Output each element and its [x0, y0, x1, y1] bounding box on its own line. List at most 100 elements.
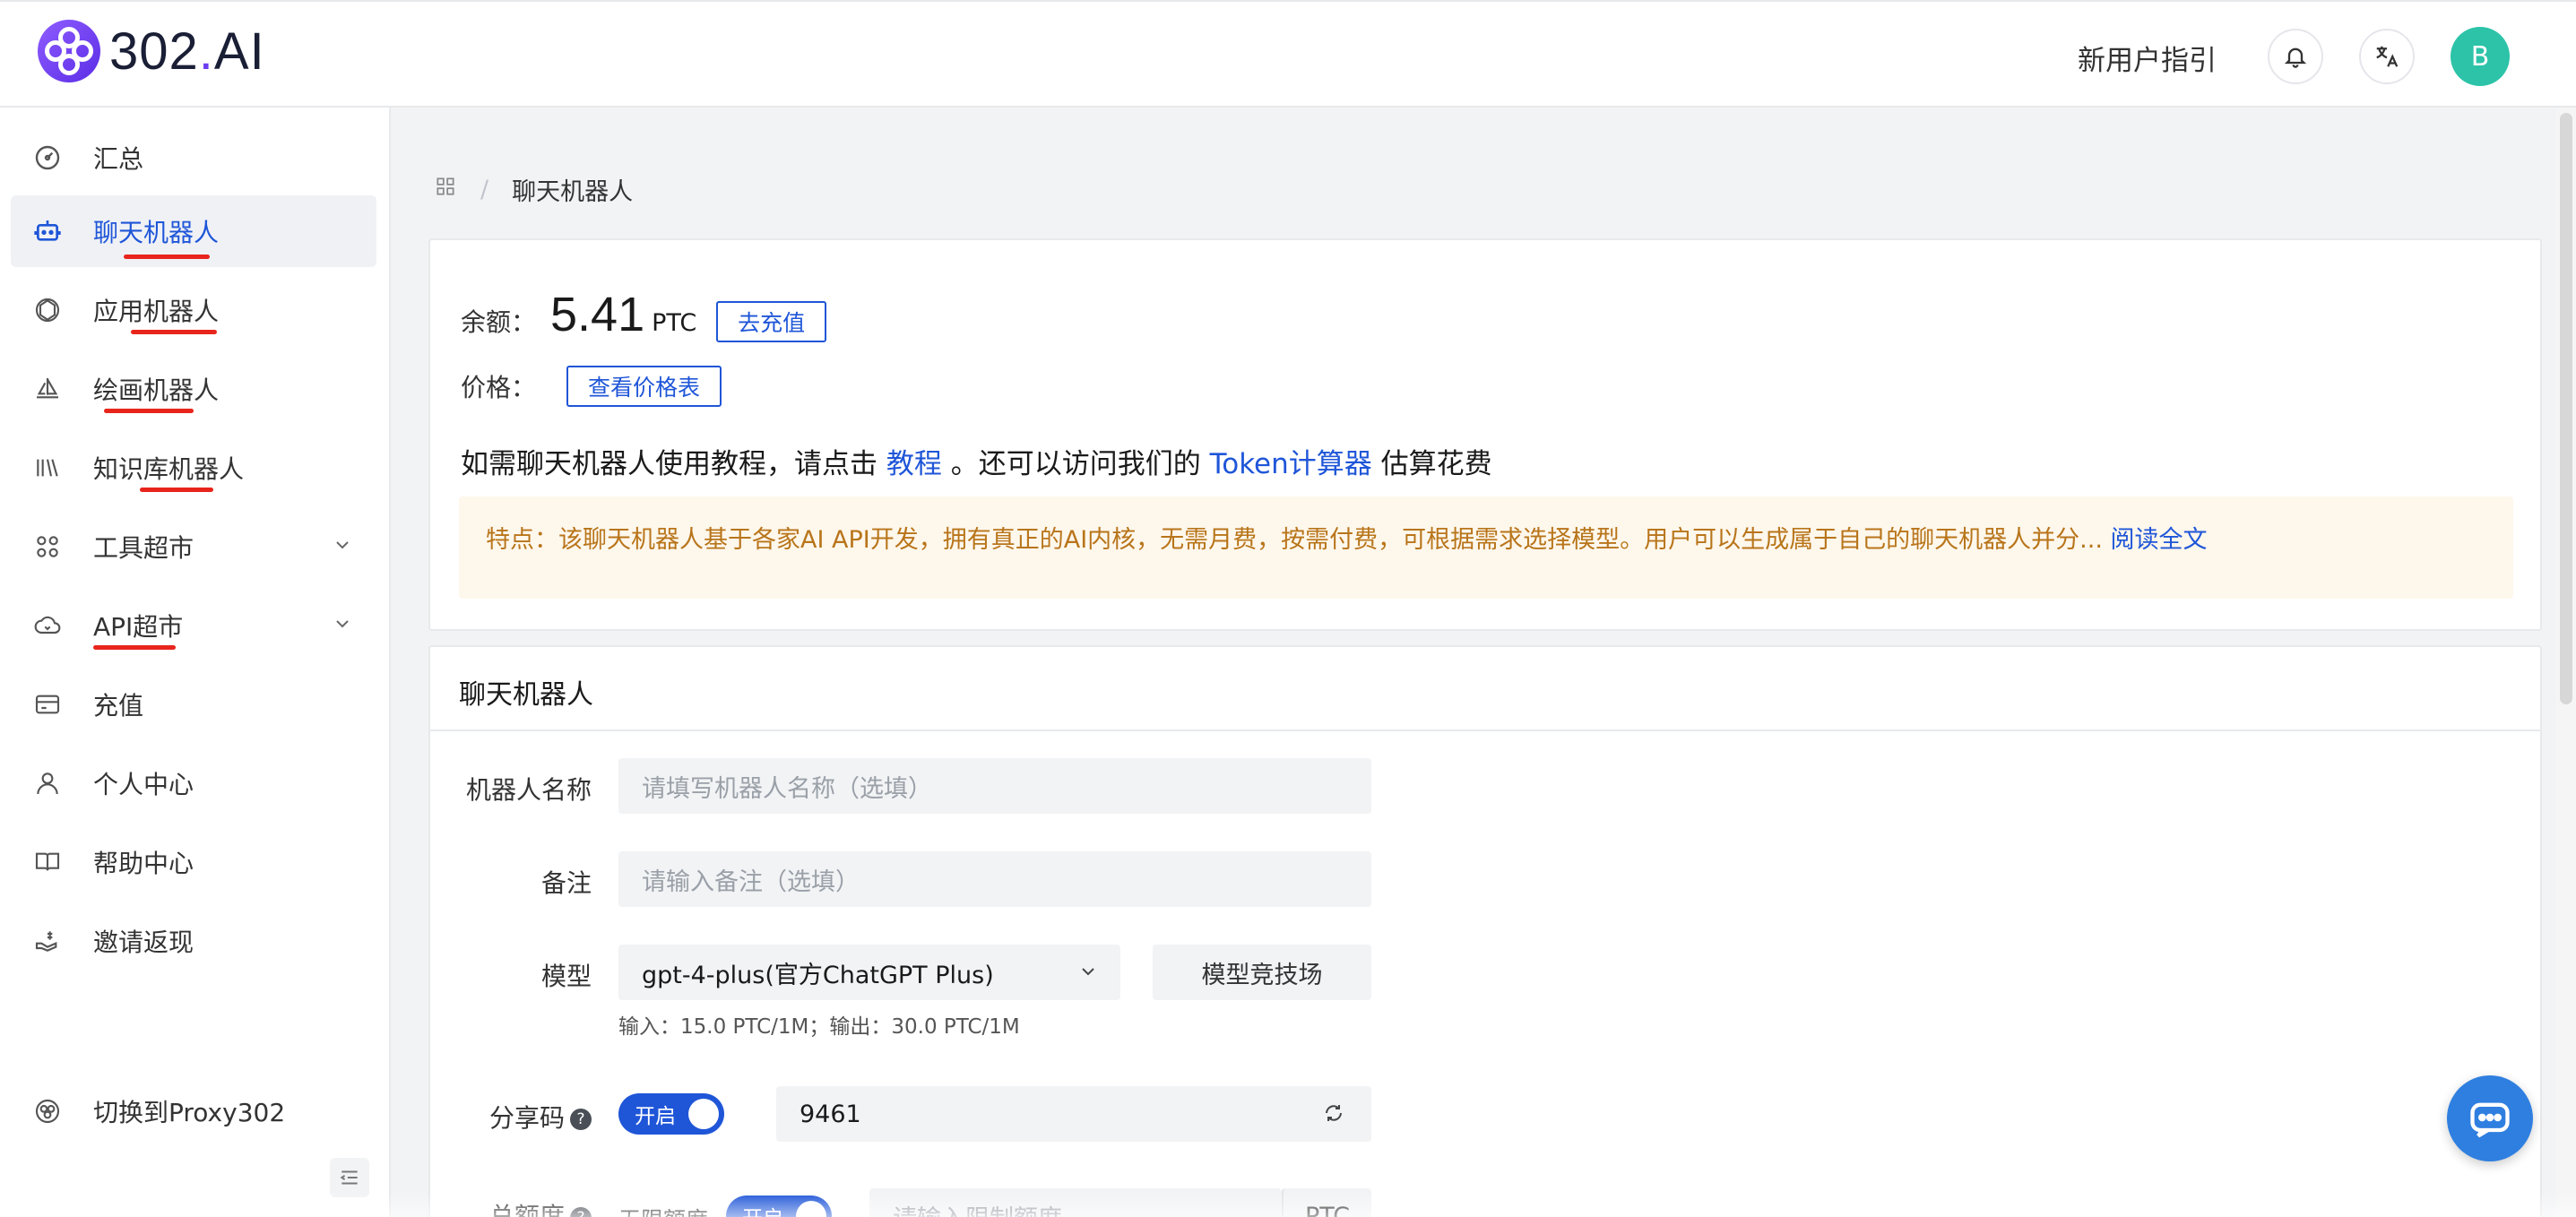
- chevron-down-icon: [1077, 961, 1099, 988]
- balance-value: 5.41: [550, 288, 645, 341]
- bell-icon: [2284, 47, 2307, 68]
- tutorial-line: 如需聊天机器人使用教程，请点击 教程 。还可以访问我们的 Token计算器 估算…: [461, 441, 1492, 481]
- scrollbar-thumb[interactable]: [2560, 113, 2572, 704]
- breadcrumb-current: 聊天机器人: [512, 178, 634, 206]
- logo-text: 302.AI: [109, 22, 265, 81]
- view-price-table-button[interactable]: 查看价格表: [566, 366, 722, 407]
- sidebar-item-knowledge-bot[interactable]: 知识库机器人: [11, 432, 376, 504]
- sidebar-item-label: 汇总: [93, 144, 144, 174]
- sidebar-item-label: 应用机器人: [93, 297, 220, 326]
- notification-button[interactable]: [2268, 29, 2323, 84]
- apps-grid-icon[interactable]: [434, 175, 457, 204]
- toggle-knob: [688, 1099, 719, 1129]
- grid-icon: [32, 531, 63, 562]
- chevron-down-icon: [332, 613, 353, 638]
- sidebar-item-help[interactable]: 帮助中心: [11, 826, 376, 898]
- red-underline-annotation: [131, 330, 217, 334]
- refresh-icon[interactable]: [1323, 1102, 1344, 1130]
- unlimited-quota-toggle[interactable]: 开启: [726, 1195, 832, 1217]
- sidebar-item-label: 绘画机器人: [93, 375, 220, 405]
- sidebar-item-label: 个人中心: [93, 770, 194, 799]
- sidebar: 汇总 聊天机器人 应用机器人 绘画机器人 知识库机器人 工具超市 API超市 充…: [0, 108, 391, 1217]
- sidebar-item-profile[interactable]: 个人中心: [11, 747, 376, 819]
- sidebar-item-label: API超市: [93, 612, 184, 642]
- translate-icon: [2376, 46, 2399, 67]
- share-code-input[interactable]: 9461: [776, 1086, 1371, 1142]
- sidebar-item-summary[interactable]: 汇总: [11, 122, 376, 194]
- sidebar-item-label: 知识库机器人: [93, 454, 245, 484]
- model-select[interactable]: gpt-4-plus(官方ChatGPT Plus): [618, 945, 1120, 1000]
- sidebar-item-label: 充值: [93, 691, 144, 721]
- quota-unit: PTC: [1282, 1188, 1371, 1217]
- support-chat-button[interactable]: [2447, 1075, 2533, 1161]
- breadcrumb-separator: /: [480, 176, 489, 203]
- feature-notice: 特点：该聊天机器人基于各家AI API开发，拥有真正的AI内核，无需月费，按需付…: [459, 496, 2513, 599]
- switch-icon: [32, 1096, 63, 1126]
- recharge-button[interactable]: 去充值: [716, 301, 827, 342]
- collapse-icon: [340, 1170, 358, 1185]
- sidebar-item-tool-market[interactable]: 工具超市: [11, 511, 376, 583]
- user-avatar[interactable]: B: [2451, 27, 2510, 86]
- sidebar-item-invite[interactable]: 邀请返现: [11, 905, 376, 977]
- user-icon: [32, 768, 63, 798]
- model-arena-button[interactable]: 模型竞技场: [1153, 945, 1371, 1000]
- sidebar-item-recharge[interactable]: 充值: [11, 669, 376, 740]
- toggle-label: 开启: [742, 1201, 783, 1217]
- share-code-value: 9461: [800, 1100, 861, 1128]
- new-user-guide-link[interactable]: 新用户指引: [2078, 38, 2217, 78]
- chevron-down-icon: [332, 534, 353, 559]
- model-price-hint: 输入：15.0 PTC/1M；输出：30.0 PTC/1M: [618, 1015, 1020, 1039]
- quota-input[interactable]: 请输入限制额度: [869, 1188, 1282, 1217]
- books-icon: [32, 453, 63, 483]
- tutorial-link[interactable]: 教程: [886, 448, 942, 480]
- chat-bot-form-card: 聊天机器人 机器人名称 请填写机器人名称（选填） 备注 请输入备注（选填） 模型…: [428, 645, 2542, 1217]
- help-icon[interactable]: ?: [570, 1109, 592, 1130]
- language-button[interactable]: [2359, 29, 2415, 84]
- help-icon[interactable]: ?: [570, 1207, 592, 1217]
- model-label: 模型: [540, 962, 592, 991]
- price-label: 价格：: [461, 373, 537, 402]
- notice-text: 特点：该聊天机器人基于各家AI API开发，拥有真正的AI内核，无需月费，按需付…: [486, 526, 2111, 554]
- model-selected-value: gpt-4-plus(官方ChatGPT Plus): [642, 961, 994, 989]
- tutorial-suffix: 估算花费: [1371, 448, 1492, 480]
- share-code-label: 分享码?: [430, 1099, 592, 1135]
- switch-proxy-label: 切换到Proxy302: [93, 1098, 286, 1127]
- book-icon: [32, 847, 63, 877]
- read-more-link[interactable]: 阅读全文: [2111, 526, 2208, 554]
- sidebar-item-api-market[interactable]: API超市: [11, 590, 376, 661]
- token-calculator-link[interactable]: Token计算器: [1210, 448, 1372, 480]
- balance-label: 余额：: [461, 307, 537, 337]
- balance-card: 余额： 5.41 PTC 去充值 价格： 查看价格表 如需聊天机器人使用教程，请…: [428, 238, 2542, 631]
- sidebar-item-app-bot[interactable]: 应用机器人: [11, 274, 376, 346]
- red-underline-annotation: [124, 255, 210, 259]
- cashback-icon: [32, 926, 63, 956]
- tutorial-middle: 。还可以访问我们的: [941, 448, 1210, 480]
- balance-row: 余额： 5.41 PTC 去充值: [461, 287, 827, 342]
- red-underline-annotation: [140, 488, 213, 492]
- price-row: 价格： 查看价格表: [461, 366, 722, 407]
- sidebar-item-label: 邀请返现: [93, 928, 194, 957]
- sidebar-item-label: 聊天机器人: [93, 218, 220, 247]
- openai-icon: [32, 295, 63, 325]
- top-header: 302.AI 新用户指引 B: [0, 0, 2576, 108]
- sidebar-item-drawing-bot[interactable]: 绘画机器人: [11, 353, 376, 425]
- chat-icon: [2470, 1102, 2510, 1138]
- collapse-sidebar-button[interactable]: [330, 1158, 369, 1197]
- dashboard-icon: [32, 142, 63, 173]
- red-underline-annotation: [93, 645, 176, 650]
- card-icon: [32, 689, 63, 720]
- switch-proxy-button[interactable]: 切换到Proxy302: [11, 1075, 376, 1147]
- share-code-toggle[interactable]: 开启: [618, 1093, 724, 1135]
- balance-unit: PTC: [652, 309, 697, 337]
- bot-name-input[interactable]: 请填写机器人名称（选填）: [618, 758, 1371, 814]
- robot-icon: [32, 216, 63, 246]
- divider: [430, 729, 2540, 731]
- toggle-label: 开启: [635, 1105, 676, 1128]
- sidebar-item-label: 帮助中心: [93, 849, 194, 878]
- note-input[interactable]: 请输入备注（选填）: [618, 851, 1371, 907]
- bot-name-label: 机器人名称: [465, 775, 592, 805]
- note-label: 备注: [540, 868, 592, 898]
- logo[interactable]: 302.AI: [38, 20, 265, 82]
- toggle-knob: [796, 1201, 826, 1217]
- sailboat-icon: [32, 374, 63, 404]
